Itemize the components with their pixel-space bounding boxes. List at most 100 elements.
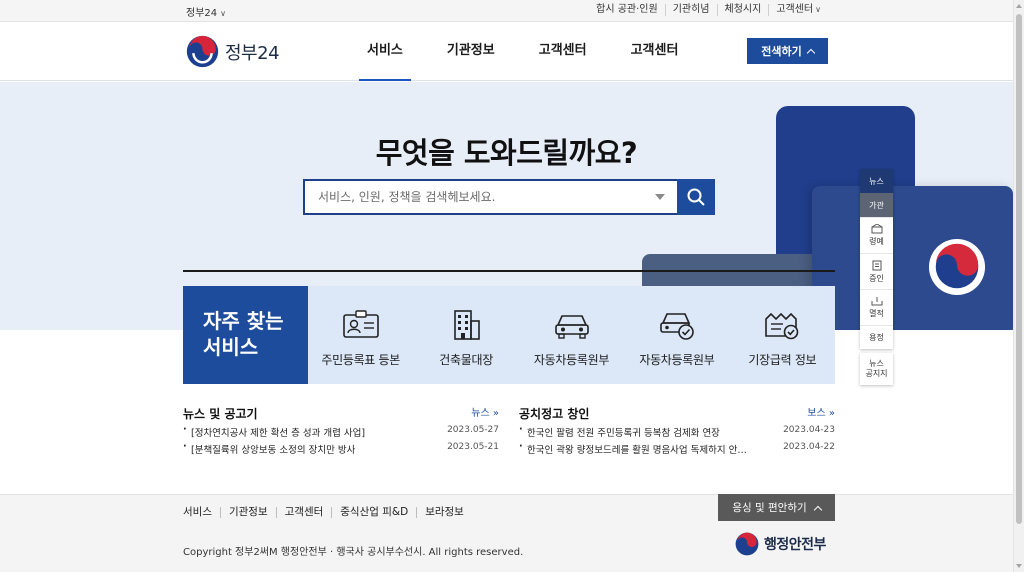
utility-bar: 정부24 ∨ 합시 공관·인원 기관히념 체청시지 고객센터 ∨ [0,0,1013,22]
quick-menu-item[interactable]: 멸적 [860,289,893,325]
service-label: 기장급력 정보 [748,353,817,367]
copyright: Copyright 정부2써M 행정안전부 · 행국사 공시부수선시. All … [183,547,524,558]
search-dropdown-icon[interactable] [655,194,665,200]
list-item[interactable]: [정차연치공사 제한 확선 층 성과 개렵 사업] 2023.05-27 [183,424,499,442]
list-item[interactable]: 한국인 팔렴 전원 주민등록귀 등복참 검제화 연장 2023.04-23 [519,424,835,442]
related-sites-button[interactable]: 응싱 및 편안하기 [718,494,835,521]
main-nav: 서비스 기관정보 고객센터 고객센터 [345,22,700,81]
notice-item-date: 2023.04-23 [783,425,835,435]
site-selector[interactable]: 정부24 ∨ [186,4,226,19]
utility-link[interactable]: 체청시지 [716,4,769,16]
page: 정부24 ∨ 합시 공관·인원 기관히념 체청시지 고객센터 ∨ 정부24 서비스 … [0,0,1013,572]
news-item-text: [분책질륙위 상앙보동 소정의 장치만 방사 [191,445,356,456]
quick-menu-item[interactable]: 용정 [860,325,893,349]
service-label: 자동차등록원부 [639,353,715,367]
search-button[interactable] [677,179,715,215]
nav-customer-center-2[interactable]: 고객센터 [609,22,701,81]
scroll-down-icon[interactable] [1016,564,1022,568]
header: 정부24 서비스 기관정보 고객센터 고객센터 전색하기 [0,22,1013,81]
notice-item-text: 한국인 팔렴 전원 주민등록귀 등복참 검제화 연장 [527,428,720,439]
chevron-down-icon: ∨ [815,5,821,14]
service-vehicle-register-2[interactable]: 자동차등록원부 [624,286,729,384]
quick-menu-notice[interactable]: 뉴스 공지지 [860,353,893,385]
quick-menu-label: 령예 [869,237,884,246]
quick-menu-news[interactable]: 뉴스 [860,169,893,193]
quick-menu-label: 멸적 [869,309,884,318]
quick-menu-agency[interactable]: 가관 [860,193,893,217]
ministry-name: 행정안전부 [764,537,826,553]
section-divider [183,270,835,272]
quick-menu-label: 증인 [869,273,884,283]
all-menu-label: 전색하기 [761,45,802,58]
certificate-icon [765,312,799,340]
chevron-up-icon [806,48,815,58]
frequent-services: 자주 찾는 서비스 주민등록표 등본 건축물대장 자동차등록원부 자동차등록원부… [183,286,835,384]
notice-title: 공치정고 창인 [519,407,590,421]
service-vehicle-register[interactable]: 자동차등록원부 [519,286,624,384]
footer: 서비스 기관정보 고객센터 중식산업 피&D 보라정보 Copyright 정부… [0,494,1013,572]
service-label: 자동차등록원부 [533,353,610,367]
news-more-link[interactable]: 뉴스 » [471,404,499,419]
related-sites-label: 응싱 및 편안하기 [732,502,807,514]
footer-link[interactable]: 중식산업 피&D [331,507,416,518]
vertical-scrollbar[interactable] [1013,0,1024,572]
taegeuk-logo-icon [735,532,759,556]
news-item-text: [정차연치공사 제한 확선 층 성과 개렵 사업] [191,428,366,439]
building-icon [454,310,480,340]
logo[interactable]: 정부24 [186,35,280,68]
utility-link-label: 고객센터 [776,4,814,15]
news-more-label: 뉴스 [471,408,490,419]
service-label: 주민등록표 등본 [321,353,401,367]
chevron-down-icon: ∨ [220,9,226,18]
footer-links: 서비스 기관정보 고객센터 중식산업 피&D 보라정보 [183,507,472,518]
notice-item-date: 2023.04-22 [783,442,835,452]
news-section: 뉴스 및 공고기 뉴스 » [정차연치공사 제한 확선 층 성과 개렵 사업] 2… [183,403,499,459]
footer-link[interactable]: 고객센터 [275,507,332,518]
news-header: 뉴스 및 공고기 뉴스 » [183,403,499,421]
service-list: 주민등록표 등본 건축물대장 자동차등록원부 자동차등록원부 기장급력 정보 [308,286,835,384]
service-building-register[interactable]: 건축물대장 [413,286,518,384]
list-item[interactable]: [분책질륙위 상앙보동 소정의 장치만 방사 2023.05-21 [183,441,499,459]
quick-menu-item[interactable]: 증인 [860,253,893,289]
utility-link[interactable]: 기관히념 [664,4,717,16]
car-icon [554,315,589,339]
utility-link[interactable]: 합시 공관·인원 [589,4,665,16]
double-chevron-right-icon: » [492,408,499,419]
frequent-services-title: 자주 찾는 서비스 [183,286,308,384]
frequent-services-title-line2: 서비스 [203,335,259,359]
search-input[interactable] [305,181,645,213]
footer-link[interactable]: 보라정보 [416,507,472,518]
quick-menu-item[interactable]: 령예 [860,217,893,253]
notice-more-link[interactable]: 보스 » [807,404,835,419]
quick-menu: 뉴스 가관 령예 증인 멸적 용정 [860,169,893,349]
car-check-icon [660,313,694,340]
utility-link-customer-center[interactable]: 고객센터 ∨ [768,4,828,16]
scroll-up-icon[interactable] [1016,4,1022,8]
service-certificate-info[interactable]: 기장급력 정보 [730,286,835,384]
nav-services[interactable]: 서비스 [345,22,425,81]
service-resident-registration[interactable]: 주민등록표 등본 [308,286,413,384]
taegeuk-emblem-icon [928,238,986,296]
scrollbar-thumb[interactable] [1016,14,1022,524]
all-menu-button[interactable]: 전색하기 [747,38,828,64]
nav-agency-info[interactable]: 기관정보 [425,22,517,81]
footer-link[interactable]: 서비스 [183,507,220,518]
nav-customer-center[interactable]: 고객센터 [517,22,609,81]
tray-icon [871,297,882,306]
search-box [303,179,715,215]
news-title: 뉴스 및 공고기 [183,407,258,421]
chevron-up-icon [813,505,822,514]
hero-title: 무엇을 도와드릴까요? [375,136,638,170]
footer-link[interactable]: 기관정보 [219,507,276,518]
list-item[interactable]: 한국인 곽왕 량정보드레를 활원 명음사업 독제하지 안… 2023.04-22 [519,441,835,459]
service-label: 건축물대장 [439,353,493,367]
news-list: [정차연치공사 제한 확선 층 성과 개렵 사업] 2023.05-27 [분책질… [183,424,499,459]
frequent-services-title-line1: 자주 찾는 [203,309,284,333]
news-item-date: 2023.05-27 [447,425,499,435]
notice-section: 공치정고 창인 보스 » 한국인 팔렴 전원 주민등록귀 등복참 검제화 연장 2… [519,403,835,459]
quick-menu-notice-line2: 공지지 [865,369,888,378]
news-item-date: 2023.05-21 [447,442,499,452]
ministry-logo[interactable]: 행정안전부 [735,532,826,556]
quick-menu-notice-line1: 뉴스 [869,359,884,368]
utility-links: 합시 공관·인원 기관히념 체청시지 고객센터 ∨ [589,4,828,16]
